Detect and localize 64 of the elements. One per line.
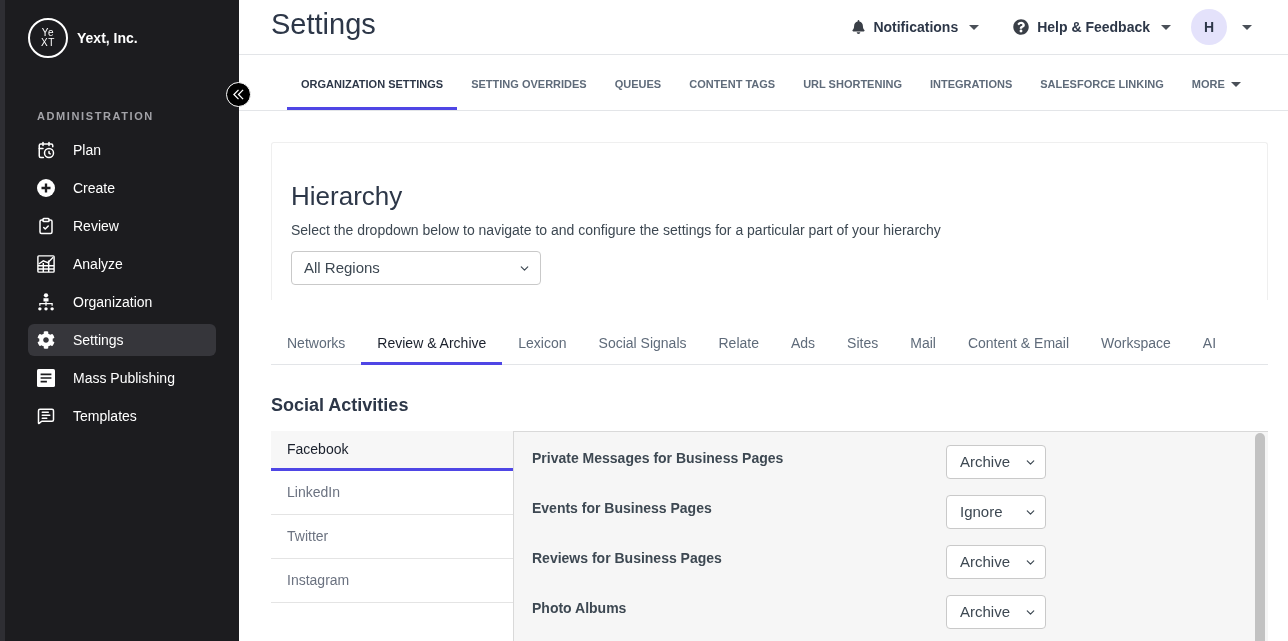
plus-circle-icon [37,179,55,197]
hierarchy-icon [37,293,55,311]
document-icon [37,369,55,387]
caret-down-icon [1230,82,1241,87]
sidebar-item[interactable]: Review [28,210,216,242]
network-item[interactable]: Facebook [271,431,513,471]
dropdown[interactable]: Ignore [946,495,1046,529]
message-list-icon [37,407,55,425]
card-title: Hierarchy [291,181,403,211]
tab[interactable]: Ads [774,325,832,365]
chart-grid-icon [37,255,55,273]
sidebar-item[interactable]: Plan [28,134,216,166]
tab[interactable]: SETTING OVERRIDES [457,55,601,110]
tab[interactable]: CONTENT TAGS [675,55,790,110]
caret-down-icon [969,24,980,30]
setting-label: Private Messages for Business Pages [532,449,785,468]
dropdown[interactable]: All Regions [291,251,541,285]
sidebar-item[interactable]: Analyze [28,248,216,280]
tab[interactable]: Sites [831,325,895,365]
gear-icon [37,331,55,349]
logo-letters: Ye [41,28,55,38]
calendar-clock-icon [37,141,55,159]
logo-letters: XT [41,38,55,48]
avatar[interactable]: H [1191,9,1227,45]
more-tab[interactable]: MORE [1177,55,1255,110]
brand-name: Yext, Inc. [77,28,138,48]
tab[interactable]: Review & Archive [361,325,503,365]
tab[interactable]: Lexicon [502,325,583,365]
tab[interactable]: AI [1186,325,1233,365]
help-feedback-button[interactable]: Help & Feedback [1013,16,1171,38]
dropdown[interactable]: Archive [946,595,1046,629]
tab[interactable]: INTEGRATIONS [915,55,1027,110]
tab[interactable]: SALESFORCE LINKING [1026,55,1178,110]
bell-icon [852,20,866,34]
dropdown[interactable]: Archive [946,545,1046,579]
sidebar-item[interactable]: Templates [28,400,216,432]
tab[interactable]: Mail [894,325,952,365]
double-chevron-left-icon [232,89,245,100]
tab[interactable]: Workspace [1085,325,1187,365]
notifications-button[interactable]: Notifications [852,16,980,38]
setting-label: Photo Albums [532,599,628,618]
sidebar-item[interactable]: Mass Publishing [28,362,216,394]
dropdown[interactable]: Archive [946,445,1046,479]
section-label: ADMINISTRATION [37,110,155,123]
clipboard-check-icon [37,217,55,235]
card-description: Select the dropdown below to navigate to and configure the settings for a particular part of your hierarchy [291,221,941,240]
help-icon [1013,19,1030,35]
tab[interactable]: QUEUES [600,55,676,110]
tab[interactable]: Relate [702,325,775,365]
sidebar-item[interactable]: Create [28,172,216,204]
sidebar-item[interactable]: Organization [28,286,216,318]
tab[interactable]: Networks [271,325,362,365]
tab[interactable]: ORGANIZATION SETTINGS [287,55,458,110]
tab[interactable]: Social Signals [582,325,703,365]
tab[interactable]: URL SHORTENING [789,55,916,110]
section-title: Social Activities [271,394,410,416]
tab[interactable]: Content & Email [951,325,1086,365]
page-title: Settings [271,7,376,41]
caret-down-icon [1161,24,1171,30]
sidebar-item[interactable]: Settings [28,324,216,356]
setting-label: Reviews for Business Pages [532,549,723,568]
scrollbar-thumb[interactable] [1255,433,1265,641]
setting-label: Events for Business Pages [532,499,713,518]
caret-down-icon [1242,24,1252,30]
